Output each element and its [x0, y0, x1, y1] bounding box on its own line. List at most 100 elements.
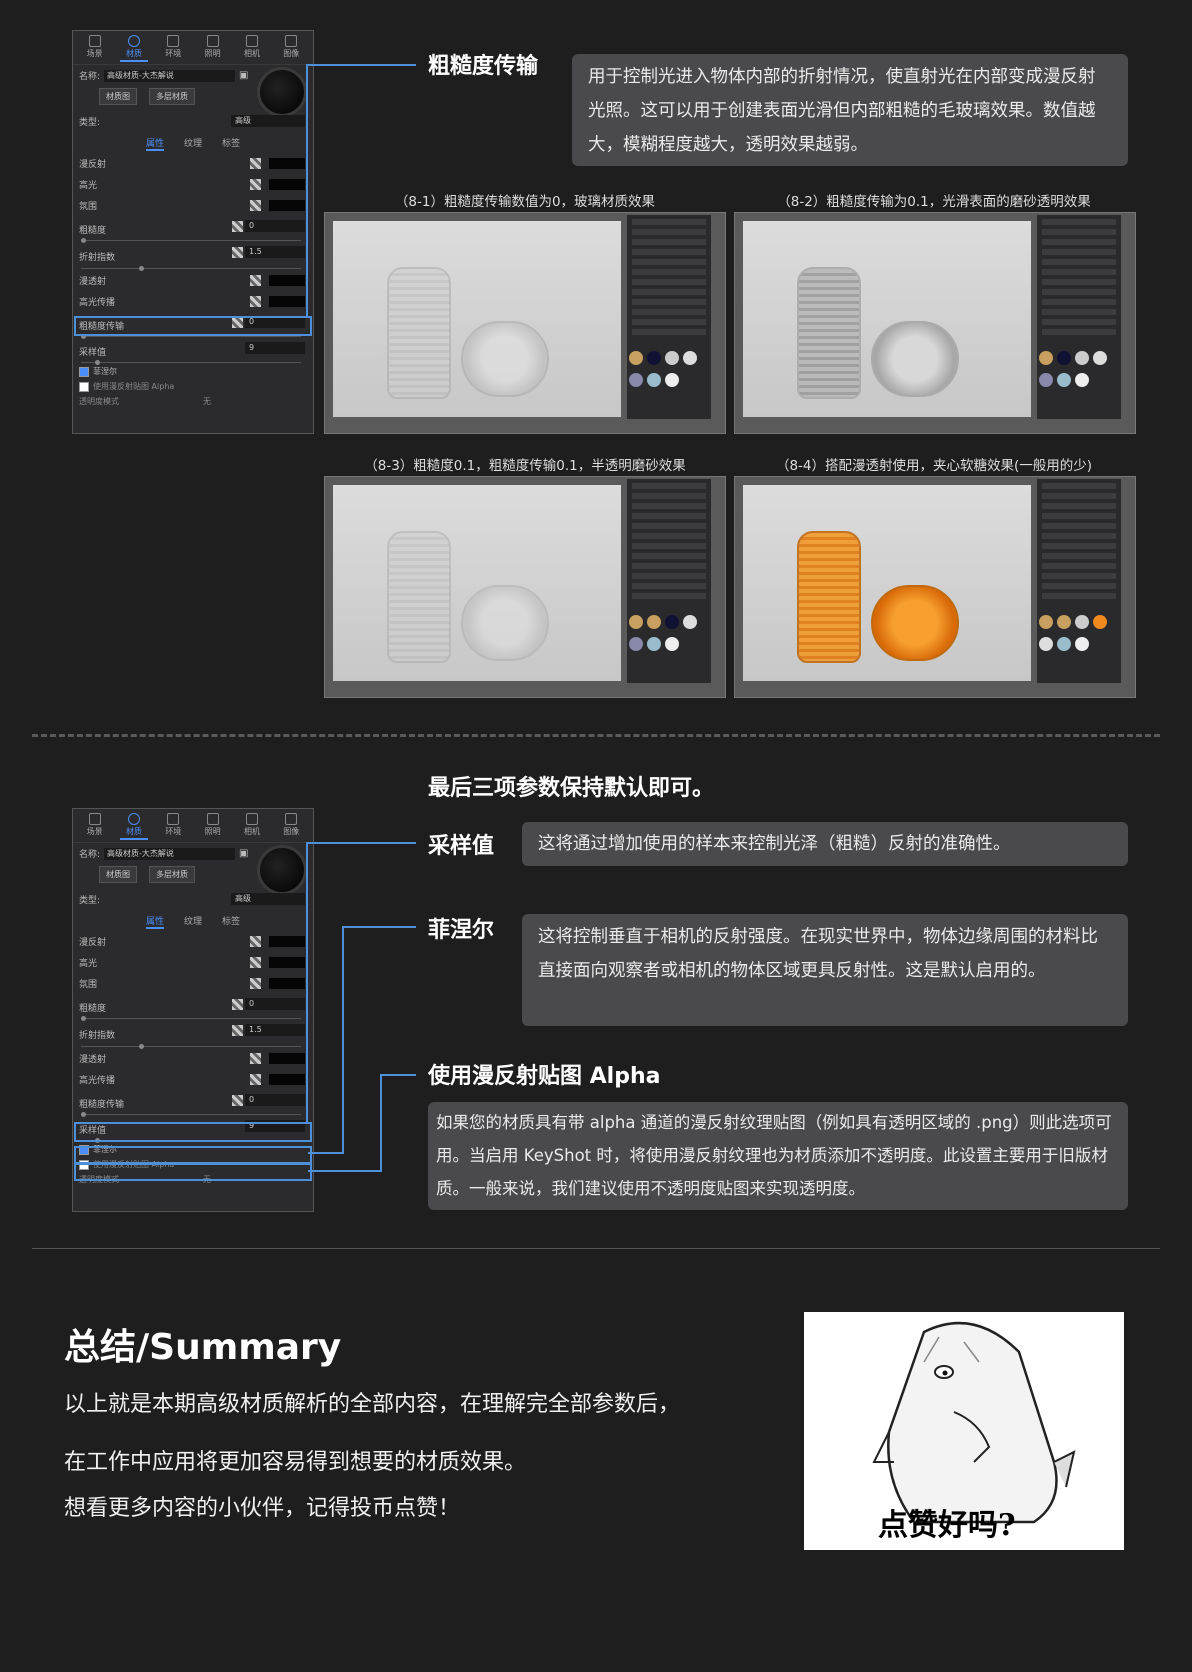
fresnel-checkbox[interactable]: 菲涅尔: [73, 364, 313, 379]
heading-roughness-transmission: 粗糙度传输: [428, 54, 539, 79]
row-diffuse-transmission[interactable]: 漫透射: [73, 1048, 313, 1069]
roughness-transmission-slider[interactable]: [81, 1112, 301, 1117]
render-8-4: [734, 476, 1136, 698]
color-swatch[interactable]: [269, 1074, 305, 1085]
color-swatch[interactable]: [269, 936, 305, 947]
tab-environment[interactable]: 环境: [155, 35, 191, 62]
material-graph-button[interactable]: 材质图: [99, 866, 137, 883]
material-icon: [127, 813, 140, 825]
row-roughness[interactable]: 粗糙度 0: [73, 994, 313, 1021]
samples-slider[interactable]: [81, 360, 301, 365]
subtab-texture[interactable]: 纹理: [184, 136, 202, 151]
tab-image[interactable]: 图像: [273, 813, 309, 840]
row-diffuse[interactable]: 漫反射: [73, 153, 313, 174]
tab-lighting[interactable]: 照明: [195, 35, 231, 62]
row-specular-transmission[interactable]: 高光传播: [73, 291, 313, 312]
row-samples[interactable]: 采样值 9: [73, 338, 313, 365]
color-swatch[interactable]: [269, 1053, 305, 1064]
row-ambient[interactable]: 氛围: [73, 973, 313, 994]
highlight-samples: [74, 1122, 312, 1142]
texture-icon[interactable]: [250, 179, 261, 190]
row-specular[interactable]: 高光: [73, 174, 313, 195]
use-alpha-checkbox[interactable]: 使用漫反射贴图 Alpha: [73, 379, 313, 394]
transparency-mode-row[interactable]: 透明度模式无: [73, 394, 313, 409]
subtab-properties[interactable]: 属性: [145, 136, 164, 151]
save-icon[interactable]: ▣: [239, 70, 248, 81]
subtab-properties[interactable]: 属性: [145, 914, 164, 929]
row-roughness-transmission[interactable]: 粗糙度传输 0: [73, 1090, 313, 1117]
checkbox-icon[interactable]: [79, 381, 89, 392]
row-diffuse-transmission[interactable]: 漫透射: [73, 270, 313, 291]
color-swatch[interactable]: [269, 957, 305, 968]
heading-fresnel: 菲涅尔: [428, 918, 495, 943]
color-swatch[interactable]: [269, 179, 305, 190]
multilayer-button[interactable]: 多层材质: [149, 88, 195, 105]
row-ambient[interactable]: 氛围: [73, 195, 313, 216]
tab-scene[interactable]: 场景: [77, 813, 113, 840]
texture-icon[interactable]: [232, 1025, 243, 1036]
row-roughness[interactable]: 粗糙度 0: [73, 216, 313, 243]
ior-slider[interactable]: [81, 1044, 301, 1049]
tab-image[interactable]: 图像: [273, 35, 309, 62]
texture-icon[interactable]: [250, 936, 261, 947]
texture-icon[interactable]: [250, 296, 261, 307]
type-row: 类型: 高级: [73, 111, 313, 132]
row-diffuse[interactable]: 漫反射: [73, 931, 313, 952]
name-field[interactable]: 高级材质-大杰解说: [104, 69, 236, 82]
texture-icon[interactable]: [250, 978, 261, 989]
texture-icon[interactable]: [232, 999, 243, 1010]
color-swatch[interactable]: [269, 200, 305, 211]
render-8-3: [324, 476, 726, 698]
tab-scene[interactable]: 场景: [77, 35, 113, 62]
color-swatch[interactable]: [269, 158, 305, 169]
type-select[interactable]: 高级: [231, 115, 305, 127]
name-field[interactable]: 高级材质-大杰解说: [104, 847, 236, 860]
checkbox-checked-icon[interactable]: [79, 366, 89, 377]
highlight-fresnel: [74, 1146, 312, 1164]
texture-icon[interactable]: [250, 158, 261, 169]
texture-icon[interactable]: [232, 221, 243, 232]
material-icon: [127, 35, 140, 47]
subtab-labels[interactable]: 标签: [222, 136, 240, 151]
type-select[interactable]: 高级: [231, 893, 305, 905]
texture-icon[interactable]: [250, 200, 261, 211]
tab-environment[interactable]: 环境: [155, 813, 191, 840]
color-swatch[interactable]: [269, 275, 305, 286]
highlight-roughness-transmission: [74, 316, 312, 336]
ior-slider[interactable]: [81, 266, 301, 271]
meme-fish-image: 点赞好吗?: [804, 1312, 1124, 1550]
row-specular[interactable]: 高光: [73, 952, 313, 973]
row-ior[interactable]: 折射指数 1.5: [73, 242, 313, 271]
save-icon[interactable]: ▣: [239, 848, 248, 859]
texture-icon[interactable]: [250, 957, 261, 968]
tab-camera[interactable]: 相机: [234, 813, 270, 840]
texture-icon[interactable]: [232, 247, 243, 258]
color-swatch[interactable]: [269, 296, 305, 307]
tab-material[interactable]: 材质: [116, 35, 152, 62]
roughness-slider[interactable]: [81, 1016, 301, 1021]
texture-icon[interactable]: [250, 1074, 261, 1085]
tab-lighting[interactable]: 照明: [195, 813, 231, 840]
camera-icon: [245, 35, 258, 47]
texture-icon[interactable]: [232, 1095, 243, 1106]
row-ior[interactable]: 折射指数 1.5: [73, 1020, 313, 1049]
tab-camera[interactable]: 相机: [234, 35, 270, 62]
roughness-transmission-slider[interactable]: [81, 334, 301, 339]
camera-icon: [245, 813, 258, 825]
texture-icon[interactable]: [250, 275, 261, 286]
material-graph-button[interactable]: 材质图: [99, 88, 137, 105]
heading-samples: 采样值: [428, 834, 495, 859]
sub-tabs: 属性 纹理 标签: [73, 132, 313, 153]
tab-material[interactable]: 材质: [116, 813, 152, 840]
highlight-use-alpha: [74, 1163, 312, 1181]
multilayer-button[interactable]: 多层材质: [149, 866, 195, 883]
summary-divider: [32, 1248, 1160, 1249]
subtab-labels[interactable]: 标签: [222, 914, 240, 929]
row-specular-transmission[interactable]: 高光传播: [73, 1069, 313, 1090]
roughness-slider[interactable]: [81, 238, 301, 243]
texture-icon[interactable]: [250, 1053, 261, 1064]
color-swatch[interactable]: [269, 978, 305, 989]
desc-fresnel: 这将控制垂直于相机的反射强度。在现实世界中，物体边缘周围的材料比直接面向观察者或…: [522, 914, 1128, 1026]
material-preview-ball: [257, 845, 307, 895]
subtab-texture[interactable]: 纹理: [184, 914, 202, 929]
